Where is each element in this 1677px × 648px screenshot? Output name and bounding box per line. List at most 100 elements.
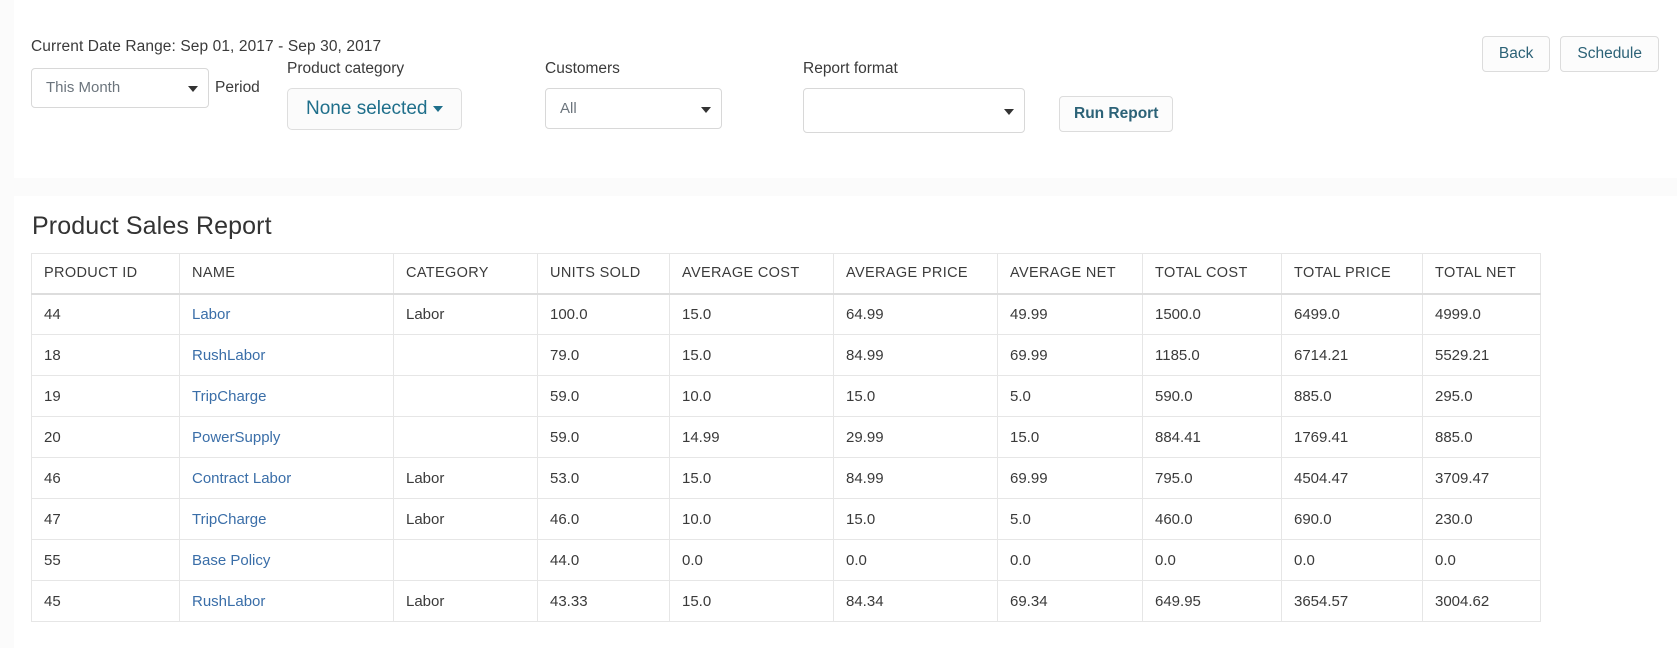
cell-average-cost: 15.0: [669, 580, 834, 622]
cell-average-net: 69.99: [997, 457, 1143, 499]
cell-average-net: 49.99: [997, 293, 1143, 335]
table-row: 46 Contract Labor Labor 53.0 15.0 84.99 69.99 7…: [31, 457, 1541, 499]
cell-average-price: 84.99: [833, 334, 998, 376]
product-name-link[interactable]: PowerSupply: [192, 429, 280, 446]
cell-average-cost: 15.0: [669, 334, 834, 376]
cell-name: Labor: [179, 293, 394, 335]
cell-average-net: 69.34: [997, 580, 1143, 622]
product-category-multiselect[interactable]: None selected: [287, 88, 463, 130]
cell-units-sold: 53.0: [537, 457, 670, 499]
cell-units-sold: 100.0: [537, 293, 670, 335]
run-report-button[interactable]: Run Report: [1059, 96, 1174, 132]
report-format-field: Report format: [803, 60, 1025, 133]
product-name-link[interactable]: TripCharge: [192, 511, 266, 528]
table-row: 47 TripCharge Labor 46.0 10.0 15.0 5.0 460.0 690…: [31, 498, 1541, 540]
cell-total-net: 0.0: [1422, 539, 1541, 581]
cell-category: Labor: [393, 293, 538, 335]
cell-product-id: 55: [31, 539, 180, 581]
cell-average-net: 15.0: [997, 416, 1143, 458]
current-date-range-text: Current Date Range: Sep 01, 2017 - Sep 3…: [31, 38, 382, 55]
product-name-link[interactable]: RushLabor: [192, 347, 265, 364]
schedule-button[interactable]: Schedule: [1560, 36, 1659, 72]
cell-total-net: 5529.21: [1422, 334, 1541, 376]
column-header-name[interactable]: NAME: [179, 253, 394, 295]
cell-total-price: 1769.41: [1281, 416, 1423, 458]
product-name-link[interactable]: TripCharge: [192, 388, 266, 405]
column-header-product-id[interactable]: PRODUCT ID: [31, 253, 180, 295]
table-row: 55 Base Policy 44.0 0.0 0.0 0.0 0.0 0.0 0.0: [31, 539, 1541, 581]
column-header-total-cost[interactable]: TOTAL COST: [1142, 253, 1282, 295]
caret-down-icon: [433, 105, 444, 112]
cell-category: [393, 375, 538, 417]
column-header-average-price[interactable]: AVERAGE PRICE: [833, 253, 998, 295]
cell-total-cost: 460.0: [1142, 498, 1282, 540]
cell-average-net: 5.0: [997, 375, 1143, 417]
column-header-total-net[interactable]: TOTAL NET: [1422, 253, 1541, 295]
chevron-down-icon: [701, 106, 711, 113]
cell-category: Labor: [393, 498, 538, 540]
cell-average-cost: 10.0: [669, 498, 834, 540]
cell-name: RushLabor: [179, 334, 394, 376]
cell-average-price: 0.0: [833, 539, 998, 581]
customers-select[interactable]: All: [545, 88, 722, 129]
period-select-value: This Month: [46, 79, 121, 96]
product-name-link[interactable]: Base Policy: [192, 552, 270, 569]
product-name-link[interactable]: RushLabor: [192, 593, 265, 610]
product-name-link[interactable]: Contract Labor: [192, 470, 291, 487]
period-select[interactable]: This Month: [31, 68, 209, 108]
table-row: 18 RushLabor 79.0 15.0 84.99 69.99 1185.0 6714.…: [31, 334, 1541, 376]
cell-name: Contract Labor: [179, 457, 394, 499]
cell-total-cost: 795.0: [1142, 457, 1282, 499]
table-row: 44 Labor Labor 100.0 15.0 64.99 49.99 1500.0 649…: [31, 293, 1541, 335]
customers-label: Customers: [545, 60, 620, 77]
chevron-down-icon: [188, 86, 198, 92]
report-format-select[interactable]: [803, 88, 1025, 133]
column-header-total-price[interactable]: TOTAL PRICE: [1281, 253, 1423, 295]
customers-field: Customers All: [545, 60, 722, 129]
cell-average-price: 84.34: [833, 580, 998, 622]
product-name-link[interactable]: Labor: [192, 306, 230, 323]
cell-product-id: 19: [31, 375, 180, 417]
cell-average-cost: 10.0: [669, 375, 834, 417]
column-header-average-net[interactable]: AVERAGE NET: [997, 253, 1143, 295]
column-header-average-cost[interactable]: AVERAGE COST: [669, 253, 834, 295]
cell-average-price: 15.0: [833, 375, 998, 417]
product-category-label: Product category: [287, 60, 405, 77]
table-row: 20 PowerSupply 59.0 14.99 29.99 15.0 884.41 176…: [31, 416, 1541, 458]
cell-units-sold: 46.0: [537, 498, 670, 540]
cell-product-id: 47: [31, 498, 180, 540]
cell-category: Labor: [393, 457, 538, 499]
table-header: PRODUCT ID NAME CATEGORY UNITS SOLD AVER…: [31, 253, 1541, 295]
cell-category: Labor: [393, 580, 538, 622]
column-header-units-sold[interactable]: UNITS SOLD: [537, 253, 670, 295]
cell-product-id: 18: [31, 334, 180, 376]
product-category-field: Product category None selected: [287, 60, 463, 130]
cell-total-net: 3709.47: [1422, 457, 1541, 499]
report-format-label: Report format: [803, 60, 898, 77]
product-sales-table: PRODUCT ID NAME CATEGORY UNITS SOLD AVER…: [31, 253, 1541, 622]
column-header-category[interactable]: CATEGORY: [393, 253, 538, 295]
cell-total-price: 3654.57: [1281, 580, 1423, 622]
cell-total-cost: 1185.0: [1142, 334, 1282, 376]
period-label: Period: [215, 79, 260, 96]
cell-total-cost: 590.0: [1142, 375, 1282, 417]
table-row: 45 RushLabor Labor 43.33 15.0 84.34 69.34 649.9…: [31, 580, 1541, 622]
cell-average-cost: 15.0: [669, 293, 834, 335]
top-action-buttons: Back Schedule: [1481, 36, 1659, 72]
cell-total-cost: 1500.0: [1142, 293, 1282, 335]
product-category-value: None selected: [306, 98, 428, 119]
cell-product-id: 46: [31, 457, 180, 499]
table-row: 19 TripCharge 59.0 10.0 15.0 5.0 590.0 885.0 295…: [31, 375, 1541, 417]
cell-total-net: 3004.62: [1422, 580, 1541, 622]
filter-panel: Current Date Range: Sep 01, 2017 - Sep 3…: [14, 0, 1677, 178]
cell-name: Base Policy: [179, 539, 394, 581]
cell-total-net: 230.0: [1422, 498, 1541, 540]
cell-product-id: 20: [31, 416, 180, 458]
cell-total-price: 6714.21: [1281, 334, 1423, 376]
back-button[interactable]: Back: [1481, 36, 1551, 72]
cell-name: TripCharge: [179, 498, 394, 540]
cell-average-cost: 0.0: [669, 539, 834, 581]
cell-name: RushLabor: [179, 580, 394, 622]
cell-average-price: 64.99: [833, 293, 998, 335]
cell-units-sold: 59.0: [537, 375, 670, 417]
